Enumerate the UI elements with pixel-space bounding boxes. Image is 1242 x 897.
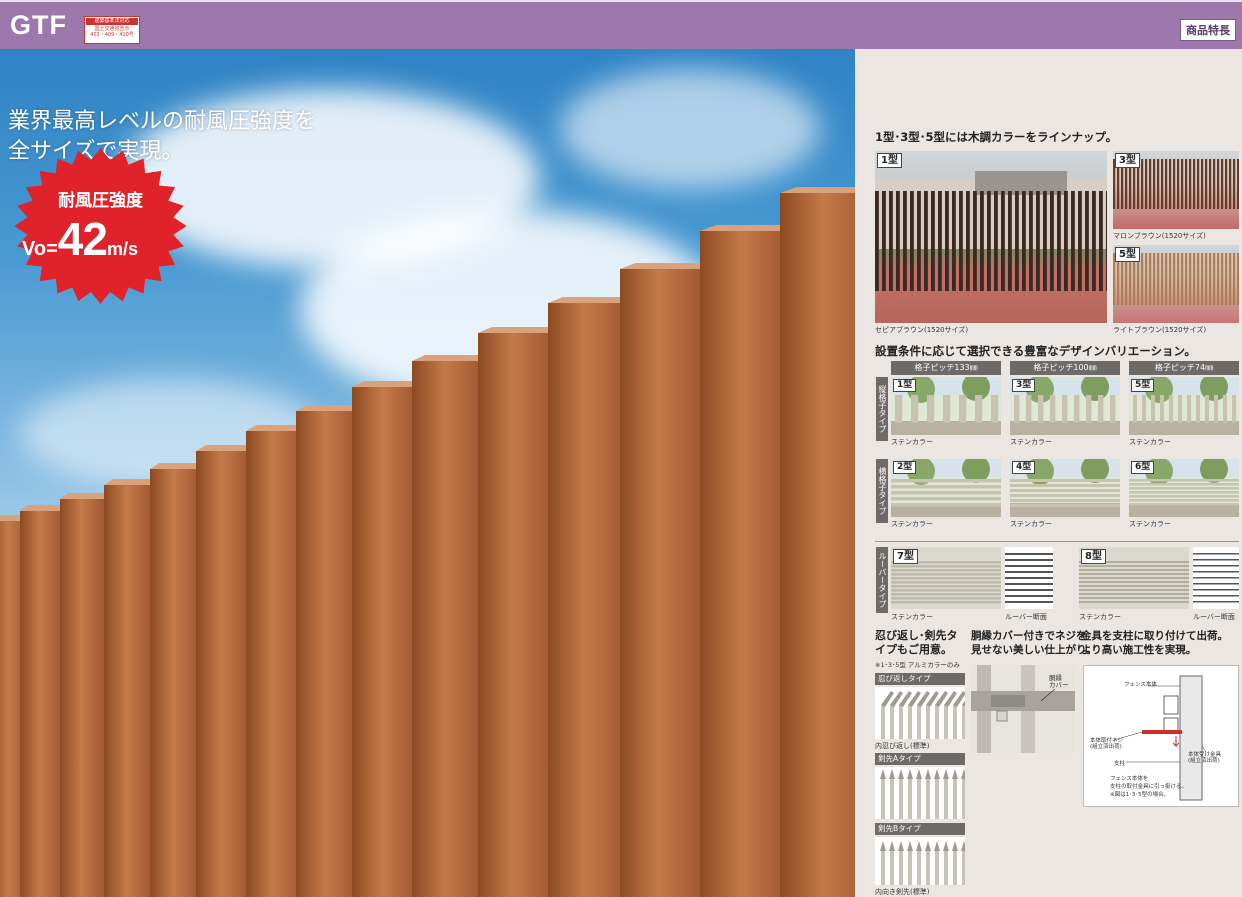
- colors-title: 1型･3型･5型には木調カラーをラインナップ。: [875, 130, 1118, 144]
- photo-variation-type: 3型: [1010, 377, 1120, 435]
- burst-title: 耐風圧強度: [58, 191, 143, 211]
- bracket-diagram: フェンス本体 本体取付ネジ (組立済出荷) 支柱 本体受け金具 (組立済出荷) …: [1083, 665, 1239, 807]
- certification-badge: 建築基準法対応 国土交通省告示 403・409・410号: [84, 16, 140, 44]
- diag-screw: 本体取付ネジ (組立済出荷): [1090, 738, 1124, 750]
- burst-value: Vo=42m/s: [22, 213, 138, 265]
- louver8-section-caption: ルーバー断面: [1193, 613, 1235, 621]
- photo-type5-caption: ライトブラウン(1520サイズ): [1113, 326, 1207, 334]
- product-logo: GTF: [10, 10, 67, 40]
- variation-type-caption: ステンカラー: [1010, 438, 1052, 446]
- photo-type3-label: 3型: [1115, 153, 1140, 168]
- shinobi-caption: 内忍び返し(標準): [875, 742, 930, 750]
- variation-type-label: 1型: [893, 379, 917, 392]
- cert-line1: 建築基準法対応: [86, 18, 138, 25]
- variation-type-label: 3型: [1012, 379, 1036, 392]
- photo-type3: 3型: [1113, 151, 1239, 229]
- diag-fence-body: フェンス本体: [1124, 682, 1157, 688]
- photo-variation-type: 4型: [1010, 459, 1120, 517]
- type-kensaki-a-bar: 剣先Aタイプ: [875, 753, 965, 765]
- diag-note1: フェンス本体を: [1110, 776, 1149, 782]
- variation-type-caption: ステンカラー: [891, 520, 933, 528]
- photo-type8-caption: ステンカラー: [1079, 613, 1121, 621]
- photo-cover: 胴縁 カバー: [971, 665, 1075, 753]
- cover-callout: 胴縁 カバー: [1049, 674, 1069, 689]
- louver7-section-caption: ルーバー断面: [1005, 613, 1047, 621]
- photo-shinobi: [875, 687, 965, 739]
- photo-type1-caption: セピアブラウン(1520サイズ): [875, 326, 969, 334]
- row-label-louver: ルーバータイプ: [876, 547, 888, 613]
- photo-type1: 1型: [875, 151, 1107, 323]
- feature1-title: 忍び返し･剣先タ イプもご用意。: [875, 629, 958, 656]
- photo-variation-type: 5型: [1129, 377, 1239, 435]
- photo-type7-caption: ステンカラー: [891, 613, 933, 621]
- feature1-note: ※1･3･5型 アルミカラーのみ: [875, 661, 960, 669]
- kensaki-b-caption: 内向き剣先(標準): [875, 888, 930, 896]
- photo-type7: 7型: [891, 547, 1001, 609]
- photo-kensaki-a: [875, 767, 965, 819]
- variation-type-caption: ステンカラー: [1129, 438, 1171, 446]
- photo-type5: 5型: [1113, 245, 1239, 323]
- type-shinobi-bar: 忍び返しタイプ: [875, 673, 965, 685]
- feature2-title: 胴縁カバー付きでネジを 見せない美しい仕上がり。: [971, 630, 1097, 656]
- louver7-section: [1005, 547, 1053, 609]
- diag-post: 支柱: [1114, 761, 1126, 767]
- variation-type-caption: ステンカラー: [1129, 520, 1171, 528]
- photo-type3-caption: マロンブラウン(1520サイズ): [1113, 232, 1206, 240]
- diag-receiver: 本体受け金具 (組立済出荷): [1188, 752, 1222, 764]
- row-label-vertical: 縦格子タイプ: [876, 377, 888, 441]
- header-bar: GTF 建築基準法対応 国土交通省告示 403・409・410号 商品特長: [0, 0, 1242, 49]
- type-kensaki-b-bar: 剣先Bタイプ: [875, 823, 965, 835]
- variation-title: 設置条件に応じて選択できる豊富なデザインバリエーション。: [875, 344, 1196, 358]
- section-tag: 商品特長: [1180, 19, 1236, 41]
- variation-type-label: 6型: [1131, 461, 1155, 474]
- variation-type-label: 5型: [1131, 379, 1155, 392]
- diag-note3: ※図は1･3･5型の場合。: [1110, 792, 1170, 798]
- photo-variation-type: 6型: [1129, 459, 1239, 517]
- pitch-133: 格子ピッチ133㎜: [891, 361, 1001, 375]
- feature3-title: 金具を支柱に取り付けて出荷。 より高い施工性を実現。: [1081, 630, 1228, 656]
- feature-panel: 1型･3型･5型には木調カラーをラインナップ。 1型 セピアブラウン(1520サ…: [855, 49, 1242, 897]
- pitch-74: 格子ピッチ74㎜: [1129, 361, 1239, 375]
- variation-type-label: 4型: [1012, 461, 1036, 474]
- cert-line3: 403・409・410号: [90, 32, 134, 38]
- pitch-100: 格子ピッチ100㎜: [1010, 361, 1120, 375]
- variation-type-caption: ステンカラー: [891, 438, 933, 446]
- photo-type8-label: 8型: [1081, 549, 1106, 564]
- variation-type-label: 2型: [893, 461, 917, 474]
- photo-type8: 8型: [1079, 547, 1189, 609]
- louver8-section: [1193, 547, 1239, 609]
- photo-variation-type: 1型: [891, 377, 1001, 435]
- photo-variation-type: 2型: [891, 459, 1001, 517]
- photo-type7-label: 7型: [893, 549, 918, 564]
- photo-kensaki-b: [875, 837, 965, 885]
- variation-type-caption: ステンカラー: [1010, 520, 1052, 528]
- photo-type5-label: 5型: [1115, 247, 1140, 262]
- diag-note2: 支柱の取付金具に引っ掛ける。: [1110, 784, 1188, 790]
- row-label-horizontal: 横格子タイプ: [876, 459, 888, 523]
- photo-type1-label: 1型: [877, 153, 902, 168]
